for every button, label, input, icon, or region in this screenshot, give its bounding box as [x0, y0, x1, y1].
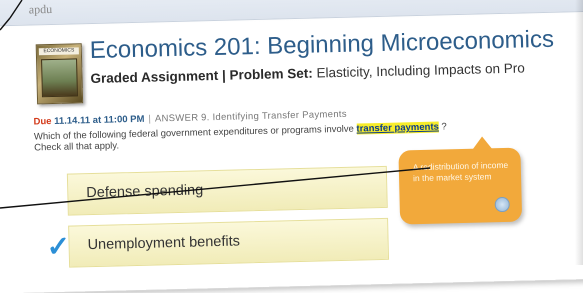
callout-lines	[0, 0, 431, 209]
callout-line-top-2	[9, 0, 23, 19]
callout-line-top	[0, 17, 11, 31]
callout-line-bottom	[0, 167, 431, 209]
page-edge-shadow	[575, 0, 583, 265]
